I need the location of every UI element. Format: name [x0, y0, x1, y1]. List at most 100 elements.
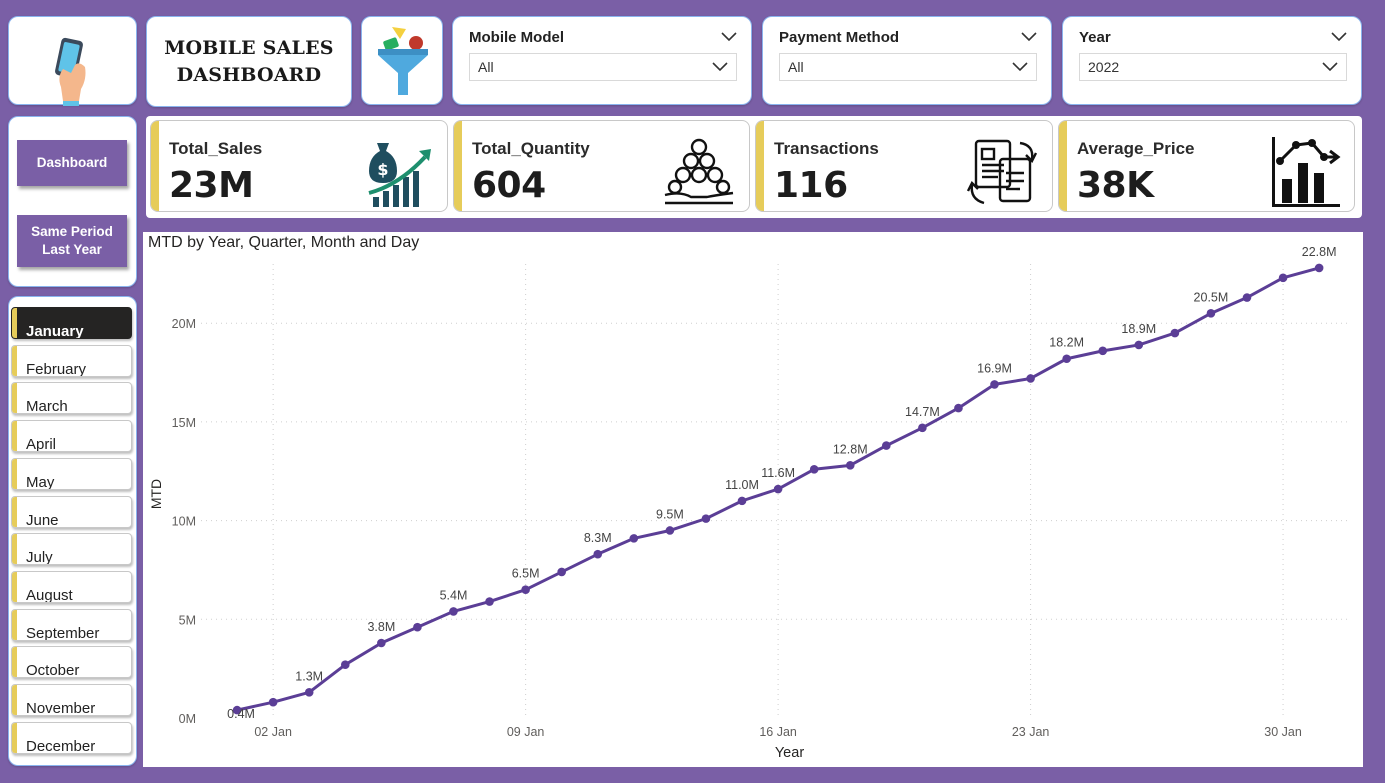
- kpi-label: Total_Quantity: [472, 139, 590, 158]
- data-label: 6.5M: [512, 567, 540, 581]
- data-point: [1314, 263, 1324, 273]
- chevron-down-icon[interactable]: [1331, 32, 1347, 42]
- kpi-label: Total_Sales: [169, 139, 263, 158]
- month-item-february[interactable]: February: [11, 344, 132, 377]
- kpi-card-total-quantity: Total_Quantity 604: [453, 120, 750, 212]
- slicer-label: Year: [1079, 28, 1111, 46]
- y-axis-title: MTD: [148, 479, 164, 509]
- filter-panel-button[interactable]: [361, 16, 443, 105]
- data-point: [1134, 340, 1144, 350]
- data-point: [340, 660, 350, 670]
- slicer-value: All: [478, 59, 494, 75]
- year-slicer[interactable]: Year 2022: [1062, 16, 1362, 105]
- data-point: [665, 526, 675, 535]
- title-line-2: DASHBOARD: [176, 63, 322, 86]
- month-item-august[interactable]: August: [11, 570, 132, 603]
- kpi-card-total-sales: Total_Sales 23M $: [150, 120, 448, 212]
- y-tick-label: 10M: [172, 515, 196, 529]
- kpi-label: Average_Price: [1077, 139, 1195, 158]
- data-label: 1.3M: [295, 669, 323, 683]
- data-point: [377, 638, 386, 648]
- x-tick-label: 09 Jan: [507, 725, 545, 739]
- data-point: [990, 380, 999, 389]
- data-label: 5.4M: [440, 588, 468, 602]
- month-slicer: January February March April May June July Augu…: [8, 296, 137, 766]
- kpi-card-transactions: Transactions 116: [755, 120, 1053, 212]
- data-point: [773, 484, 783, 494]
- data-point: [449, 607, 458, 616]
- data-label: 8.3M: [584, 531, 612, 545]
- year-dropdown[interactable]: 2022: [1079, 53, 1347, 81]
- kpi-strip: Total_Sales 23M $ Total_Quantity 604 Tra…: [146, 116, 1362, 218]
- data-point: [1170, 328, 1180, 338]
- navigation-panel: Dashboard Same Period Last Year: [8, 116, 137, 287]
- data-label: 18.9M: [1121, 322, 1156, 336]
- data-point: [629, 534, 639, 543]
- dashboard-title: MOBILE SALES DASHBOARD: [146, 16, 352, 107]
- data-label: 0.4M: [227, 707, 255, 721]
- month-item-january[interactable]: January: [11, 307, 132, 339]
- data-label: 14.7M: [905, 405, 940, 419]
- data-point: [1062, 354, 1071, 364]
- month-item-september[interactable]: September: [11, 608, 132, 641]
- data-label: 9.5M: [656, 507, 684, 521]
- data-point: [918, 423, 927, 433]
- mobile-model-dropdown[interactable]: All: [469, 53, 737, 81]
- title-line-1: MOBILE SALES: [164, 36, 334, 59]
- data-point: [521, 585, 530, 594]
- slicer-label: Mobile Model: [469, 28, 564, 46]
- mobile-model-slicer[interactable]: Mobile Model All: [452, 16, 752, 105]
- y-tick-label: 20M: [172, 317, 196, 331]
- y-tick-label: 0M: [179, 712, 196, 726]
- svg-text:$: $: [377, 160, 388, 179]
- same-period-last-year-button[interactable]: Same Period Last Year: [17, 215, 127, 267]
- data-point: [304, 688, 314, 697]
- data-point: [954, 403, 963, 413]
- data-label: 3.8M: [367, 620, 395, 634]
- money-bag-growth-icon: $: [368, 143, 431, 207]
- data-point: [809, 464, 819, 474]
- kpi-label: Transactions: [774, 139, 879, 158]
- payment-method-dropdown[interactable]: All: [779, 53, 1037, 81]
- data-label: 22.8M: [1302, 245, 1337, 259]
- mtd-line-chart: 0M 5M 10M 15M 20M 02 Jan 09 Jan 16 Jan 23 Jan 30 …: [148, 245, 1348, 761]
- month-item-march[interactable]: March: [11, 382, 132, 415]
- kpi-card-average-price: Average_Price 38K: [1058, 120, 1355, 212]
- data-point: [268, 697, 278, 707]
- x-tick-label: 30 Jan: [1264, 725, 1302, 739]
- chevron-down-icon[interactable]: [721, 32, 737, 42]
- chevron-down-icon: [712, 62, 728, 72]
- mtd-line-chart-panel: MTD by Year, Quarter, Month and Day 0M 5M…: [143, 232, 1363, 767]
- kpi-value: 604: [472, 165, 546, 206]
- month-item-april[interactable]: April: [11, 420, 132, 453]
- kpi-value: 23M: [169, 165, 254, 206]
- funnel-icon: [378, 27, 428, 95]
- month-item-december[interactable]: December: [11, 721, 132, 754]
- data-point: [593, 549, 603, 559]
- kpi-value: 116: [774, 165, 848, 206]
- month-item-november[interactable]: November: [11, 684, 132, 716]
- month-item-may[interactable]: May: [11, 457, 132, 490]
- month-item-october[interactable]: October: [11, 646, 132, 679]
- x-tick-label: 23 Jan: [1012, 725, 1050, 739]
- app-logo: [8, 16, 137, 106]
- kpi-value: 38K: [1077, 165, 1154, 206]
- chevron-down-icon: [1012, 62, 1028, 72]
- dashboard-button[interactable]: Dashboard: [17, 140, 127, 186]
- data-point: [413, 622, 422, 632]
- data-label: 16.9M: [977, 361, 1012, 375]
- month-item-july[interactable]: July: [11, 533, 132, 566]
- data-point: [1242, 293, 1252, 302]
- chevron-down-icon[interactable]: [1021, 32, 1037, 42]
- coins-hand-icon: [664, 138, 734, 205]
- month-item-june[interactable]: June: [11, 495, 132, 528]
- payment-method-slicer[interactable]: Payment Method All: [762, 16, 1052, 105]
- data-label: 12.8M: [833, 442, 868, 456]
- button-line-2: Last Year: [42, 242, 102, 257]
- data-point: [845, 461, 855, 470]
- slicer-value: All: [788, 59, 804, 75]
- data-point: [882, 441, 891, 450]
- data-point: [1206, 309, 1216, 318]
- invoice-exchange-icon: [966, 139, 1038, 205]
- x-axis-title: Year: [775, 745, 804, 761]
